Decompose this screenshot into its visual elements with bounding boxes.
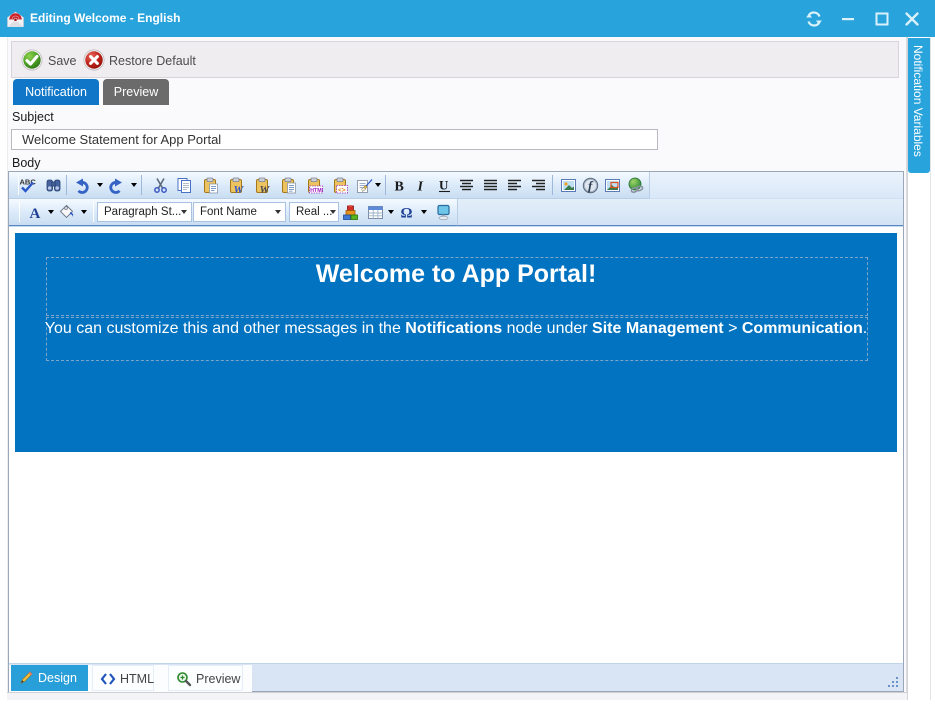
svg-text:W: W xyxy=(234,184,245,194)
svg-text:HTML: HTML xyxy=(310,188,323,194)
svg-text:A: A xyxy=(30,206,41,221)
svg-text:U: U xyxy=(439,178,449,193)
svg-text:B: B xyxy=(395,180,404,195)
svg-text:Ω: Ω xyxy=(401,206,413,222)
svg-text:<>: <> xyxy=(338,187,346,194)
svg-text:I: I xyxy=(417,180,424,195)
svg-text:ABC: ABC xyxy=(20,178,37,187)
svg-text:W: W xyxy=(260,184,271,194)
